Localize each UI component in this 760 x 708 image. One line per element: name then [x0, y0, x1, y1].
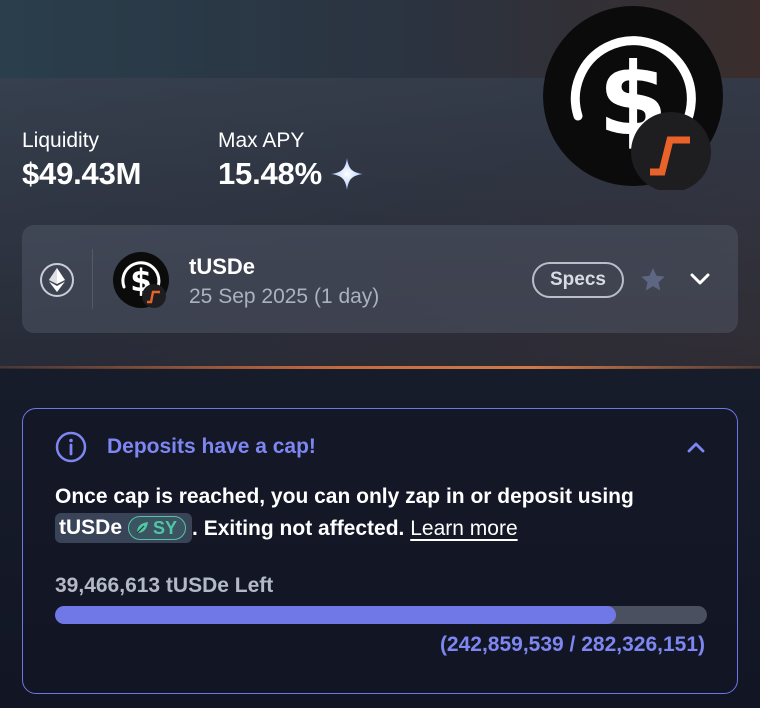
cap-progress-fill: [55, 606, 616, 624]
specs-button[interactable]: Specs: [532, 262, 624, 298]
cap-text-before: Once cap is reached, you can only zap in…: [55, 485, 634, 508]
max-apy-value-text: 15.48%: [218, 156, 322, 191]
sparkle-icon: [330, 158, 363, 190]
sy-token-chip[interactable]: tUSDe SY: [55, 512, 193, 543]
chip-token-name: tUSDe: [59, 515, 123, 539]
deposit-cap-notice: Deposits have a cap! Once cap is reached…: [22, 408, 738, 694]
tusde-coin-icon: $: [543, 6, 723, 190]
remaining-cap: 39,466,613 tUSDe Left: [55, 574, 274, 597]
star-icon[interactable]: [636, 263, 670, 297]
cap-ratio: (242,859,539 / 282,326,151): [439, 633, 705, 656]
liquidity-label: Liquidity: [22, 129, 100, 152]
market-card[interactable]: $ tUSDe 25 Sep 2025 (1 day) Specs: [22, 225, 738, 333]
ethereum-icon: [40, 263, 74, 297]
liquidity-value: $49.43M: [22, 154, 141, 194]
max-apy-value: 15.48%: [218, 154, 364, 194]
cap-progress-bar: [55, 606, 707, 624]
liquidity-value-text: $49.43M: [22, 156, 142, 191]
maturity-date: 25 Sep 2025 (1 day): [189, 285, 380, 308]
card-separator: [92, 249, 93, 309]
liquidity-stat: Liquidity $49.43M: [22, 128, 141, 194]
cap-description: Once cap is reached, you can only zap in…: [55, 481, 715, 545]
chevron-up-icon[interactable]: [681, 433, 711, 463]
sy-badge-label: SY: [153, 517, 178, 538]
info-icon: [55, 431, 87, 463]
max-apy-stat: Max APY 15.48%: [218, 128, 364, 194]
max-apy-label: Max APY: [218, 129, 305, 152]
cap-text-after: . Exiting not affected.: [192, 517, 405, 540]
token-name: tUSDe: [189, 254, 256, 279]
leaf-icon: [136, 521, 149, 534]
sy-badge: SY: [128, 515, 187, 540]
chevron-down-icon[interactable]: [684, 263, 716, 295]
learn-more-link[interactable]: Learn more: [410, 517, 517, 540]
cap-title: Deposits have a cap!: [107, 435, 316, 458]
tusde-coin-icon: $: [113, 252, 169, 308]
